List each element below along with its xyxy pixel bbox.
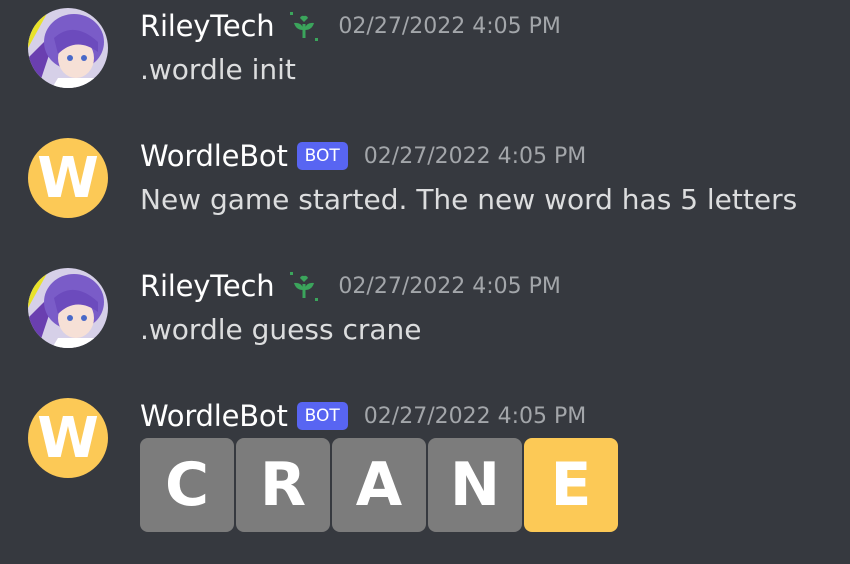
- bot-avatar-letter: W: [37, 405, 99, 471]
- letter-tile: C: [140, 438, 234, 532]
- user-avatar[interactable]: [28, 8, 108, 88]
- wordle-guess-row: C R A N E: [140, 438, 620, 532]
- message-content: .wordle guess crane: [140, 313, 422, 346]
- bot-avatar-letter: W: [37, 145, 99, 211]
- bot-avatar[interactable]: W: [28, 398, 108, 478]
- letter-tile: N: [428, 438, 522, 532]
- letter-tile: R: [236, 438, 330, 532]
- author-name[interactable]: RileyTech: [140, 269, 275, 303]
- letter-tile: A: [332, 438, 426, 532]
- bot-avatar[interactable]: W: [28, 138, 108, 218]
- message-timestamp: 02/27/2022 4:05 PM: [363, 403, 587, 429]
- chat-log: RileyTech 02/27/2022 4:05 PM .wordle ini…: [0, 0, 850, 564]
- message-timestamp: 02/27/2022 4:05 PM: [363, 143, 587, 169]
- bot-tag: BOT: [296, 402, 348, 430]
- author-name[interactable]: WordleBot: [140, 139, 288, 173]
- message-timestamp: 02/27/2022 4:05 PM: [338, 273, 561, 299]
- bot-tag: BOT: [296, 142, 348, 170]
- author-name[interactable]: WordleBot: [140, 399, 288, 433]
- sprout-heart-icon[interactable]: [286, 268, 322, 304]
- message-content: .wordle init: [140, 53, 296, 86]
- letter-tile: E: [524, 438, 618, 532]
- user-avatar[interactable]: [28, 268, 108, 348]
- sprout-heart-icon[interactable]: [286, 8, 322, 44]
- author-name[interactable]: RileyTech: [140, 9, 275, 43]
- message-content: New game started. The new word has 5 let…: [140, 183, 798, 216]
- message-timestamp: 02/27/2022 4:05 PM: [338, 13, 561, 39]
